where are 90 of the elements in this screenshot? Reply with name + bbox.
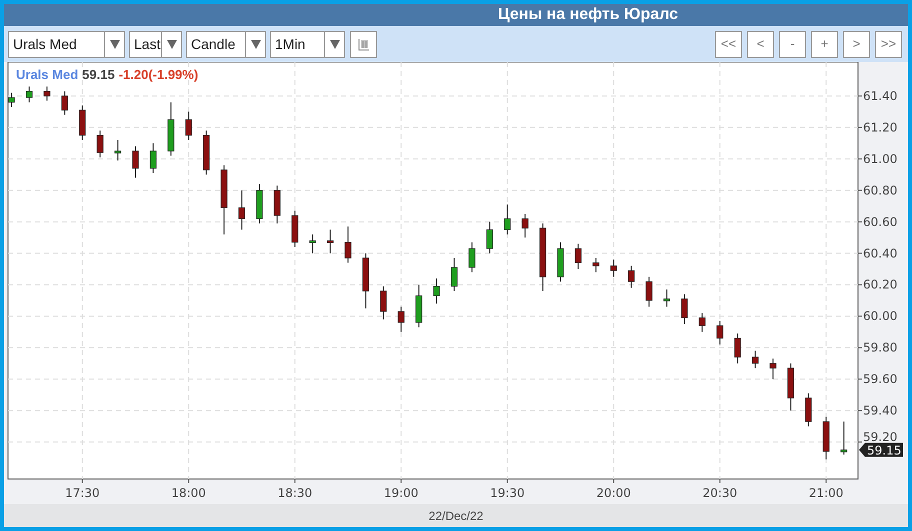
- axis-label: 59.20: [863, 430, 898, 444]
- nav-button[interactable]: >>: [875, 30, 902, 58]
- grid-button[interactable]: [350, 30, 377, 58]
- axis-label: 61.00: [863, 152, 898, 166]
- candlestick: [380, 286, 387, 320]
- axis-label: 19:30: [490, 486, 525, 500]
- candlestick: [185, 111, 192, 141]
- candlestick: [274, 185, 280, 224]
- axis-label: 59.60: [863, 372, 898, 386]
- table-icon: [358, 38, 370, 50]
- dropdown[interactable]: Urals Med: [8, 30, 125, 58]
- candlestick: [220, 164, 228, 235]
- candlestick: [203, 130, 210, 176]
- candlestick: [468, 242, 476, 273]
- candlestick: [628, 265, 635, 288]
- candlestick: [362, 252, 369, 309]
- candlestick: [646, 276, 652, 308]
- nav-button[interactable]: <: [747, 30, 774, 58]
- candlestick: [716, 320, 724, 345]
- axis-label: 61.40: [863, 88, 898, 103]
- dropdown[interactable]: 1Min: [270, 30, 345, 58]
- candlestick: [450, 258, 458, 292]
- date-label: 22/Dec/22: [428, 508, 484, 524]
- candlestick: [840, 421, 848, 456]
- dropdown[interactable]: Last: [129, 30, 182, 58]
- price-tag: 59.15: [859, 442, 903, 458]
- nav-button[interactable]: -: [779, 30, 806, 58]
- candlestick: [540, 222, 546, 292]
- axis-label: 60.80: [863, 183, 898, 198]
- candlestick: [96, 130, 104, 158]
- symbol-label: Urals Med: [16, 68, 78, 81]
- candlestick: [822, 416, 830, 460]
- axis-label: 59.40: [863, 404, 898, 418]
- axis-label: 60.60: [863, 214, 898, 229]
- candlestick: [752, 350, 759, 369]
- candlestick: [238, 190, 246, 230]
- axis-label: 59.80: [863, 340, 898, 355]
- candlestick: [610, 259, 617, 278]
- axis-label: 20:30: [702, 486, 738, 500]
- candlestick: [681, 294, 688, 325]
- candlestick: [504, 204, 511, 235]
- candlestick: [522, 213, 528, 238]
- candlestick: [433, 278, 440, 304]
- nav-button[interactable]: >: [843, 30, 870, 58]
- axis-label: 61.20: [863, 120, 898, 134]
- candlestick: [698, 312, 706, 332]
- candlestick: [114, 140, 122, 161]
- change-label: -1.20(-1.99%): [118, 68, 198, 81]
- axis-label: 60.40: [863, 246, 898, 260]
- candlestick: [79, 104, 86, 141]
- axis-label: 17:30: [65, 486, 100, 500]
- axis-label: 18:00: [171, 486, 206, 500]
- candlestick: [150, 142, 157, 174]
- candlestick: [8, 92, 15, 108]
- caret-icon: [330, 40, 340, 48]
- axis-label: 21:00: [808, 486, 844, 500]
- caret-icon: [166, 40, 176, 48]
- candlestick: [344, 226, 352, 264]
- candlestick: [734, 333, 741, 364]
- candlestick: [592, 258, 600, 273]
- candlestick: [309, 234, 316, 254]
- nav-button[interactable]: <<: [715, 30, 742, 58]
- candlestick: [132, 146, 139, 178]
- candlestick: [168, 102, 174, 156]
- candlestick: [574, 243, 582, 270]
- candlestick: [44, 86, 50, 102]
- candlestick: [292, 210, 298, 248]
- candlestick: [61, 90, 68, 116]
- axis-label: 18:30: [278, 486, 312, 500]
- candlestick: [256, 184, 263, 224]
- candlestick: [787, 362, 794, 412]
- candlestick: [26, 86, 33, 103]
- candlestick: [398, 306, 404, 332]
- nav-button[interactable]: +: [811, 30, 838, 58]
- caret-icon: [110, 40, 120, 48]
- dropdown[interactable]: Candle: [186, 30, 266, 58]
- axis-label: 60.20: [863, 278, 898, 292]
- candlestick: [416, 284, 422, 328]
- candlestick: [770, 358, 776, 380]
- candlestick: [486, 221, 493, 254]
- axis-label: 20:00: [596, 486, 631, 500]
- candlestick: [805, 392, 812, 427]
- candlestick: [327, 229, 334, 254]
- axis-label: 19:00: [384, 486, 418, 500]
- candlestick: [557, 242, 564, 282]
- window-title: Цены на нефть Юралс: [498, 7, 678, 23]
- candlestick: [663, 288, 670, 308]
- caret-icon: [250, 40, 260, 48]
- axis-label: 60.00: [863, 309, 898, 324]
- price-label: 59.15: [82, 68, 115, 81]
